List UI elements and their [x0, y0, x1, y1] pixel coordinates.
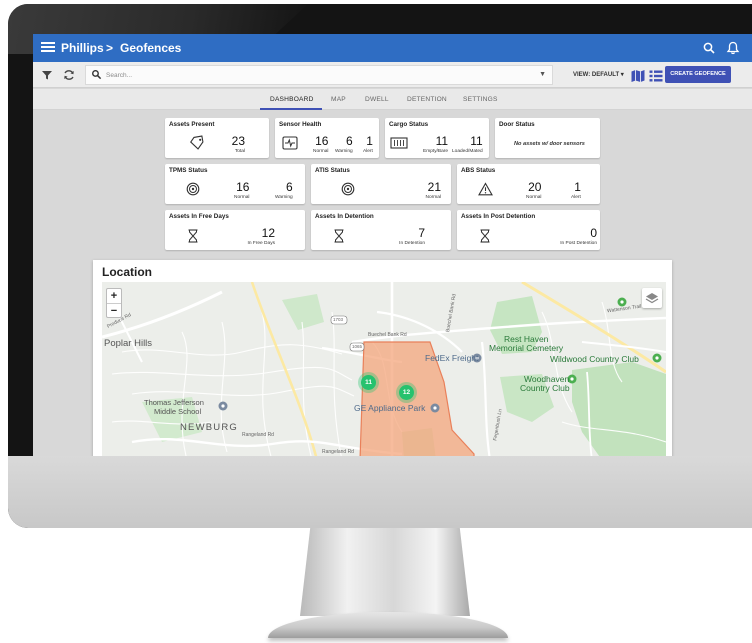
breadcrumb-separator: > — [106, 41, 114, 55]
metric-normal: 21 Normal — [425, 180, 441, 200]
metric-alert: 1 Alert — [571, 180, 581, 200]
map-label-rangeland-rd-2: Rangeland Rd — [322, 449, 354, 455]
map-pin-icon — [652, 353, 662, 363]
route-shield-1065-label: 1065 — [352, 344, 363, 349]
active-tab-indicator — [260, 108, 322, 110]
asset-cluster-marker[interactable]: 11 — [361, 375, 376, 390]
card-title: Assets In Post Detention — [461, 213, 536, 220]
tab-dwell[interactable]: DWELL — [365, 96, 389, 103]
map-label-buechel-bank-rd: Buechel Bank Rd — [368, 332, 407, 338]
location-panel: Location + − Poplar Hills Thomas Jeffers… — [93, 260, 672, 456]
hourglass-icon — [334, 229, 344, 243]
card-title: ATIS Status — [315, 167, 350, 174]
asset-cluster-marker[interactable]: 12 — [399, 385, 414, 400]
metric-normal: 16 Normal — [313, 134, 329, 154]
cargo-trailer-icon — [390, 137, 408, 149]
card-free-days[interactable]: Assets In Free Days 12 In Free Days — [165, 210, 305, 250]
map-label-ge-appliance-park: GE Appliance Park — [354, 403, 426, 413]
metric-in-detention: 7 In Detention — [399, 226, 425, 246]
tab-map[interactable]: MAP — [331, 96, 346, 103]
tag-icon — [190, 135, 204, 150]
warning-triangle-icon — [478, 182, 493, 196]
app-screen: Phillips > Geofences Search... ▼ VIEW: D… — [33, 34, 752, 456]
metric-empty-bare: 11 Empty/Bare — [423, 134, 449, 154]
card-assets-present[interactable]: Assets Present 23 Total — [165, 118, 269, 158]
monitor-chin — [8, 456, 752, 528]
metric-normal: 20 Normal — [526, 180, 542, 200]
search-input[interactable] — [106, 69, 526, 82]
search-dropdown-caret-icon[interactable]: ▼ — [539, 71, 546, 78]
card-title: Assets In Free Days — [169, 213, 229, 220]
location-title: Location — [102, 265, 152, 279]
card-tpms-status[interactable]: TPMS Status 16 Normal 6 Warning — [165, 164, 305, 204]
card-post-detention[interactable]: Assets In Post Detention 0 In Post Detent… — [457, 210, 600, 250]
tab-settings[interactable]: SETTINGS — [463, 96, 498, 103]
create-geofence-button[interactable]: CREATE GEOFENCE — [665, 66, 731, 83]
map-label-rangeland-rd: Rangeland Rd — [242, 432, 274, 438]
search-icon — [92, 70, 102, 80]
bell-icon[interactable] — [725, 40, 741, 56]
tab-bar: DASHBOARD MAP DWELL DETENTION SETTINGS — [33, 89, 752, 110]
map-label-poplar-hills: Poplar Hills — [104, 338, 153, 349]
map-label-memorial-cemetery: Memorial Cemetery — [489, 343, 564, 353]
map-pin-icon — [430, 403, 440, 413]
view-selector[interactable]: VIEW: DEFAULT ▾ — [573, 71, 624, 78]
toolbar: ▼ VIEW: DEFAULT ▾ CREATE GEOFENCE — [33, 62, 752, 88]
map-label-newburg: NEWBURG — [180, 422, 239, 433]
search-field[interactable]: ▼ — [85, 65, 553, 85]
app-bar: Phillips > Geofences — [33, 34, 752, 62]
door-status-note: No assets w/ door sensors — [514, 141, 585, 147]
map-label-fedex-freight: FedEx Freight — [425, 353, 479, 363]
tire-icon — [186, 182, 200, 196]
map-view-icon[interactable] — [630, 68, 646, 84]
map-label-thomas-jefferson: Thomas Jefferson — [144, 398, 204, 407]
hourglass-icon — [188, 229, 198, 243]
tab-detention[interactable]: DETENTION — [407, 96, 447, 103]
layers-icon — [645, 293, 659, 304]
metric-in-free-days: 12 In Free Days — [247, 226, 275, 246]
breadcrumb-phillips[interactable]: Phillips — [61, 41, 104, 55]
refresh-icon[interactable] — [61, 67, 77, 83]
route-shield-1703-label: 1703 — [333, 317, 344, 322]
metric-warning: 6 Warning — [335, 134, 353, 154]
card-atis-status[interactable]: ATIS Status 21 Normal — [311, 164, 451, 204]
sensor-pulse-icon — [282, 136, 298, 150]
metric-total: 23 Total — [231, 134, 245, 154]
tire-icon — [341, 182, 355, 196]
monitor-stand — [300, 528, 470, 616]
filter-icon[interactable] — [39, 67, 55, 83]
map-label-country-club: Country Club — [520, 383, 570, 393]
zoom-control: + − — [106, 288, 122, 318]
metric-in-post-detention: 0 In Post Detention — [560, 226, 597, 246]
card-title: Door Status — [499, 121, 535, 128]
card-abs-status[interactable]: ABS Status 20 Normal 1 Alert — [457, 164, 600, 204]
card-detention[interactable]: Assets In Detention 7 In Detention — [311, 210, 451, 250]
zoom-in-button[interactable]: + — [107, 289, 121, 304]
location-map[interactable]: + − Poplar Hills Thomas Jefferson Middle… — [102, 282, 666, 456]
card-door-status[interactable]: Door Status No assets w/ door sensors — [495, 118, 600, 158]
map-label-wildwood: Wildwood Country Club — [550, 354, 639, 364]
metric-alert: 1 Alert — [363, 134, 373, 154]
card-title: ABS Status — [461, 167, 496, 174]
card-cargo-status[interactable]: Cargo Status 11 Empty/Bare 11 Loaded/Mated — [385, 118, 489, 158]
card-title: Assets Present — [169, 121, 215, 128]
map-layers-button[interactable] — [642, 288, 662, 308]
card-title: Cargo Status — [389, 121, 429, 128]
metric-normal: 16 Normal — [234, 180, 250, 200]
monitor-mockup: Phillips > Geofences Search... ▼ VIEW: D… — [0, 0, 752, 643]
card-title: TPMS Status — [169, 167, 208, 174]
metric-loaded-mated: 11 Loaded/Mated — [452, 134, 483, 154]
metric-warning: 6 Warning — [275, 180, 293, 200]
breadcrumb-geofences: Geofences — [120, 41, 182, 55]
map-pin-icon — [218, 401, 228, 411]
card-sensor-health[interactable]: Sensor Health 16 Normal 6 Warning 1 Alert — [275, 118, 379, 158]
tab-dashboard[interactable]: DASHBOARD — [270, 96, 314, 103]
hourglass-icon — [480, 229, 490, 243]
menu-icon[interactable] — [41, 40, 55, 54]
map-label-middle-school: Middle School — [154, 407, 202, 416]
search-icon[interactable] — [701, 40, 717, 56]
card-title: Sensor Health — [279, 121, 322, 128]
list-view-icon[interactable] — [648, 68, 664, 84]
card-title: Assets In Detention — [315, 213, 374, 220]
